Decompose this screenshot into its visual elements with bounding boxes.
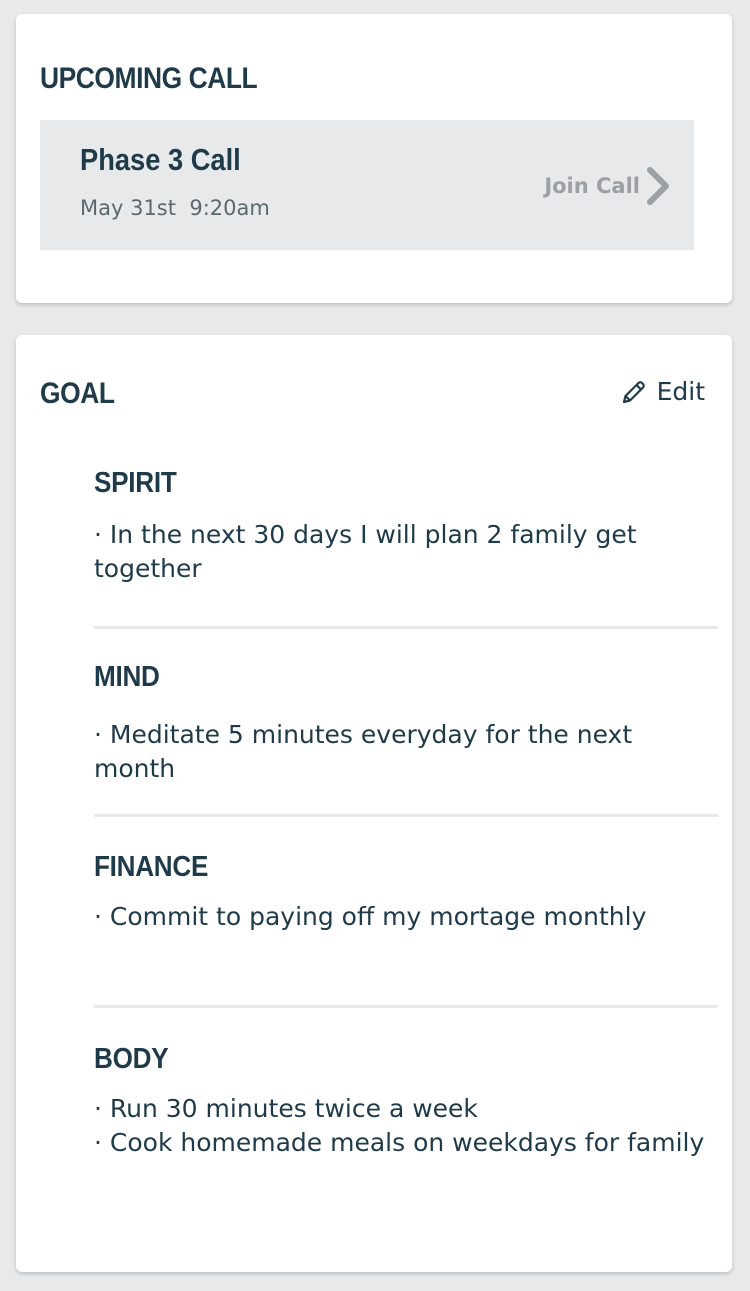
goal-item: · Commit to paying off my mortage monthl… [94,902,647,931]
upcoming-call-item[interactable]: Phase 3 Call May 31st 9:20am Join Call [40,120,694,250]
goal-item: · Cook homemade meals on weekdays for fa… [94,1128,705,1157]
goal-item: · Run 30 minutes twice a week [94,1094,478,1123]
goal-heading: BODY [94,1043,169,1075]
goal-heading: FINANCE [94,851,209,883]
call-time: May 31st 9:20am [80,196,270,220]
chevron-right-icon [647,167,669,205]
upcoming-call-card: UPCOMING CALL Phase 3 Call May 31st 9:20… [16,14,732,303]
goal-card: GOAL Edit SPIRIT · In the next 30 days I… [16,335,732,1272]
upcoming-call-title: UPCOMING CALL [40,62,258,95]
goal-item: · In the next 30 days I will plan 2 fami… [94,520,637,583]
goal-heading: SPIRIT [94,467,177,499]
goal-section-mind: MIND · Meditate 5 minutes everyday for t… [94,659,718,786]
goal-divider [94,814,718,817]
join-call-button[interactable]: Join Call [544,164,672,208]
goal-divider [94,626,718,629]
goal-section-body: BODY · Run 30 minutes twice a week · Coo… [94,1041,718,1160]
goal-divider [94,1005,718,1008]
goal-section-spirit: SPIRIT · In the next 30 days I will plan… [94,465,718,586]
edit-goal-button[interactable]: Edit [621,377,705,406]
goal-section-finance: FINANCE · Commit to paying off my mortag… [94,849,718,934]
join-call-label: Join Call [544,174,640,198]
goal-item: · Meditate 5 minutes everyday for the ne… [94,720,633,783]
pencil-icon [622,380,645,403]
edit-label: Edit [656,377,705,406]
goal-heading: MIND [94,661,160,693]
goal-title: GOAL [40,377,115,410]
call-name: Phase 3 Call [80,142,241,177]
